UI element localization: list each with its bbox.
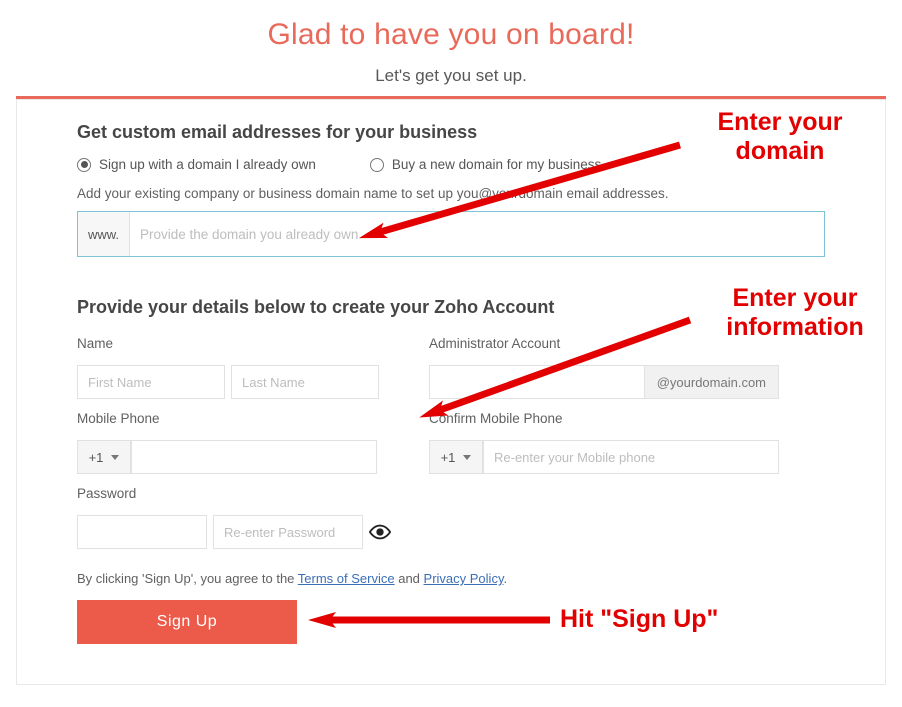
- radio-buy-domain[interactable]: Buy a new domain for my business: [370, 157, 601, 172]
- label-name: Name: [77, 336, 377, 351]
- terms-of-service-link[interactable]: Terms of Service: [298, 571, 395, 586]
- domain-prefix-label: www.: [78, 212, 130, 256]
- show-password-button[interactable]: [369, 515, 391, 549]
- password-input[interactable]: [77, 515, 207, 549]
- admin-account-suffix: @yourdomain.com: [645, 365, 779, 399]
- eye-icon: [369, 521, 391, 543]
- confirm-mobile-input[interactable]: [483, 440, 779, 474]
- signup-panel: Get custom email addresses for your busi…: [16, 99, 886, 685]
- admin-account-input[interactable]: [429, 365, 645, 399]
- chevron-down-icon: [463, 455, 471, 460]
- signup-button[interactable]: Sign Up: [77, 600, 297, 644]
- agree-suffix: .: [503, 571, 507, 586]
- privacy-policy-link[interactable]: Privacy Policy: [424, 571, 504, 586]
- domain-input[interactable]: [130, 212, 824, 256]
- chevron-down-icon: [111, 455, 119, 460]
- domain-help-text: Add your existing company or business do…: [77, 186, 825, 201]
- page-title: Glad to have you on board!: [0, 18, 902, 52]
- section-details-title: Provide your details below to create you…: [77, 297, 825, 318]
- radio-buy-domain-label: Buy a new domain for my business: [392, 157, 601, 172]
- confirm-password-input[interactable]: [213, 515, 363, 549]
- label-password: Password: [77, 486, 377, 501]
- mobile-country-code[interactable]: +1: [77, 440, 131, 474]
- page-subtitle: Let's get you set up.: [0, 66, 902, 86]
- confirm-mobile-country-code-label: +1: [441, 450, 456, 465]
- section-domain-title: Get custom email addresses for your busi…: [77, 122, 825, 143]
- label-mobile: Mobile Phone: [77, 411, 377, 426]
- radio-own-domain-indicator: [77, 158, 91, 172]
- radio-buy-domain-indicator: [370, 158, 384, 172]
- agree-prefix: By clicking 'Sign Up', you agree to the: [77, 571, 298, 586]
- first-name-input[interactable]: [77, 365, 225, 399]
- label-admin-account: Administrator Account: [429, 336, 779, 351]
- label-confirm-mobile: Confirm Mobile Phone: [429, 411, 779, 426]
- domain-input-group: www.: [77, 211, 825, 257]
- mobile-input[interactable]: [131, 440, 377, 474]
- mobile-country-code-label: +1: [89, 450, 104, 465]
- agree-mid: and: [395, 571, 424, 586]
- radio-own-domain[interactable]: Sign up with a domain I already own: [77, 157, 316, 172]
- agree-text: By clicking 'Sign Up', you agree to the …: [77, 571, 825, 586]
- last-name-input[interactable]: [231, 365, 379, 399]
- radio-own-domain-label: Sign up with a domain I already own: [99, 157, 316, 172]
- confirm-mobile-country-code[interactable]: +1: [429, 440, 483, 474]
